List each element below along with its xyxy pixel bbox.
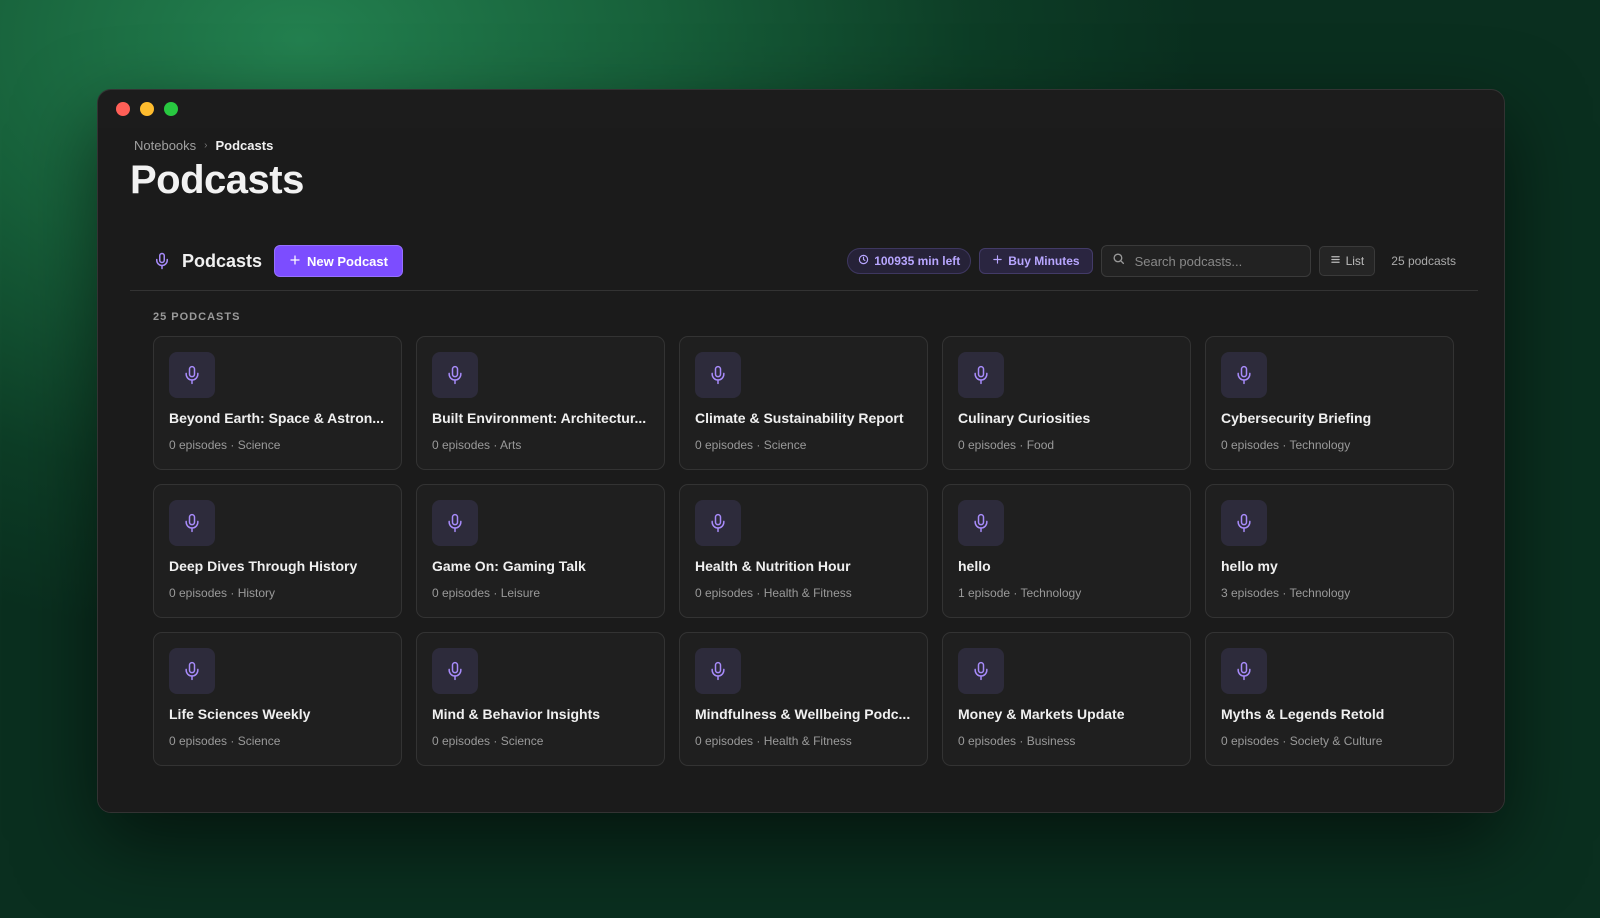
view-toggle-label: List <box>1345 254 1365 268</box>
minutes-left-badge: 100935 min left <box>847 248 972 274</box>
podcast-card[interactable]: hello my 3 episodes · Technology <box>1205 484 1454 618</box>
podcast-card[interactable]: Mindfulness & Wellbeing Podc... 0 episod… <box>679 632 928 766</box>
app-window: Notebooks › Podcasts Podcasts Podcasts N… <box>97 89 1505 813</box>
podcast-meta: 0 episodes · Society & Culture <box>1221 734 1383 748</box>
podcast-meta: 1 episode · Technology <box>958 586 1082 600</box>
podcast-meta: 0 episodes · Science <box>695 438 807 452</box>
podcast-card[interactable]: Built Environment: Architectur... 0 epis… <box>416 336 665 470</box>
podcast-card[interactable]: Mind & Behavior Insights 0 episodes · Sc… <box>416 632 665 766</box>
podcast-card[interactable]: hello 1 episode · Technology <box>942 484 1191 618</box>
podcast-meta: 0 episodes · History <box>169 586 276 600</box>
podcast-card[interactable]: Game On: Gaming Talk 0 episodes · Leisur… <box>416 484 665 618</box>
microphone-icon <box>1221 352 1267 398</box>
minutes-left-text: 100935 min left <box>874 254 961 268</box>
podcast-card[interactable]: Health & Nutrition Hour 0 episodes · Hea… <box>679 484 928 618</box>
maximize-window-button[interactable] <box>164 102 178 116</box>
microphone-icon <box>958 648 1004 694</box>
podcast-card[interactable]: Culinary Curiosities 0 episodes · Food <box>942 336 1191 470</box>
microphone-icon <box>432 500 478 546</box>
podcast-card[interactable]: Myths & Legends Retold 0 episodes · Soci… <box>1205 632 1454 766</box>
podcast-meta: 0 episodes · Business <box>958 734 1076 748</box>
search-input[interactable] <box>1132 252 1297 270</box>
podcast-title: hello <box>958 558 991 574</box>
podcast-meta: 3 episodes · Technology <box>1221 586 1351 600</box>
breadcrumb-notebooks-link[interactable]: Notebooks <box>134 138 196 153</box>
search-icon <box>1112 252 1125 270</box>
podcast-title: Climate & Sustainability Report <box>695 410 904 426</box>
podcast-meta: 0 episodes · Leisure <box>432 586 541 600</box>
podcast-title: Myths & Legends Retold <box>1221 706 1385 722</box>
podcast-title: Culinary Curiosities <box>958 410 1091 426</box>
chevron-right-icon: › <box>204 140 208 151</box>
microphone-icon <box>169 352 215 398</box>
main-content: Notebooks › Podcasts Podcasts Podcasts N… <box>98 128 1504 812</box>
podcast-meta: 0 episodes · Food <box>958 438 1055 452</box>
podcast-card[interactable]: Deep Dives Through History 0 episodes · … <box>153 484 402 618</box>
microphone-icon <box>152 250 172 272</box>
close-window-button[interactable] <box>116 102 130 116</box>
list-icon <box>1330 254 1341 268</box>
microphone-icon <box>1221 500 1267 546</box>
podcast-title: Cybersecurity Briefing <box>1221 410 1372 426</box>
new-podcast-button[interactable]: New Podcast <box>274 245 403 277</box>
microphone-icon <box>695 352 741 398</box>
microphone-icon <box>169 648 215 694</box>
plus-icon <box>992 254 1003 268</box>
microphone-icon <box>169 500 215 546</box>
microphone-icon <box>1221 648 1267 694</box>
podcast-title: Mind & Behavior Insights <box>432 706 601 722</box>
podcast-grid: Beyond Earth: Space & Astron... 0 episod… <box>153 336 1454 766</box>
podcast-meta: 0 episodes · Health & Fitness <box>695 586 852 600</box>
podcast-title: Deep Dives Through History <box>169 558 358 574</box>
podcast-count: 25 podcasts <box>1391 254 1456 268</box>
podcast-card[interactable]: Money & Markets Update 0 episodes · Busi… <box>942 632 1191 766</box>
podcast-title: Built Environment: Architectur... <box>432 410 647 426</box>
podcast-title: hello my <box>1221 558 1278 574</box>
breadcrumb-current: Podcasts <box>215 138 274 153</box>
buy-minutes-button[interactable]: Buy Minutes <box>979 248 1093 274</box>
plus-icon <box>289 254 301 269</box>
title-bar <box>98 90 1504 128</box>
podcast-card[interactable]: Cybersecurity Briefing 0 episodes · Tech… <box>1205 336 1454 470</box>
podcast-title: Health & Nutrition Hour <box>695 558 851 574</box>
podcast-meta: 0 episodes · Science <box>169 438 281 452</box>
podcast-title: Game On: Gaming Talk <box>432 558 586 574</box>
new-podcast-label: New Podcast <box>307 253 388 269</box>
podcast-title: Beyond Earth: Space & Astron... <box>169 410 384 426</box>
minimize-window-button[interactable] <box>140 102 154 116</box>
podcast-meta: 0 episodes · Arts <box>432 438 522 452</box>
microphone-icon <box>958 352 1004 398</box>
search-box[interactable] <box>1100 245 1311 277</box>
podcast-title: Life Sciences Weekly <box>169 706 311 722</box>
podcast-title: Money & Markets Update <box>958 706 1125 722</box>
podcast-meta: 0 episodes · Science <box>432 734 544 748</box>
microphone-icon <box>695 648 741 694</box>
microphone-icon <box>432 352 478 398</box>
podcast-card[interactable]: Life Sciences Weekly 0 episodes · Scienc… <box>153 632 402 766</box>
toolbar-title: Podcasts <box>182 250 263 271</box>
podcast-meta: 0 episodes · Health & Fitness <box>695 734 852 748</box>
section-label: 25 PODCASTS <box>153 311 241 323</box>
clock-icon <box>858 254 869 268</box>
microphone-icon <box>695 500 741 546</box>
microphone-icon <box>958 500 1004 546</box>
podcast-meta: 0 episodes · Science <box>169 734 281 748</box>
breadcrumb: Notebooks › Podcasts <box>134 138 273 153</box>
microphone-icon <box>432 648 478 694</box>
podcast-card[interactable]: Climate & Sustainability Report 0 episod… <box>679 336 928 470</box>
podcast-card[interactable]: Beyond Earth: Space & Astron... 0 episod… <box>153 336 402 470</box>
podcasts-toolbar: Podcasts New Podcast 100935 min left Buy… <box>130 240 1478 291</box>
page-title: Podcasts <box>130 158 304 202</box>
podcast-title: Mindfulness & Wellbeing Podc... <box>695 706 911 722</box>
view-toggle-button[interactable]: List <box>1318 246 1376 276</box>
podcast-meta: 0 episodes · Technology <box>1221 438 1351 452</box>
buy-minutes-label: Buy Minutes <box>1008 254 1080 268</box>
